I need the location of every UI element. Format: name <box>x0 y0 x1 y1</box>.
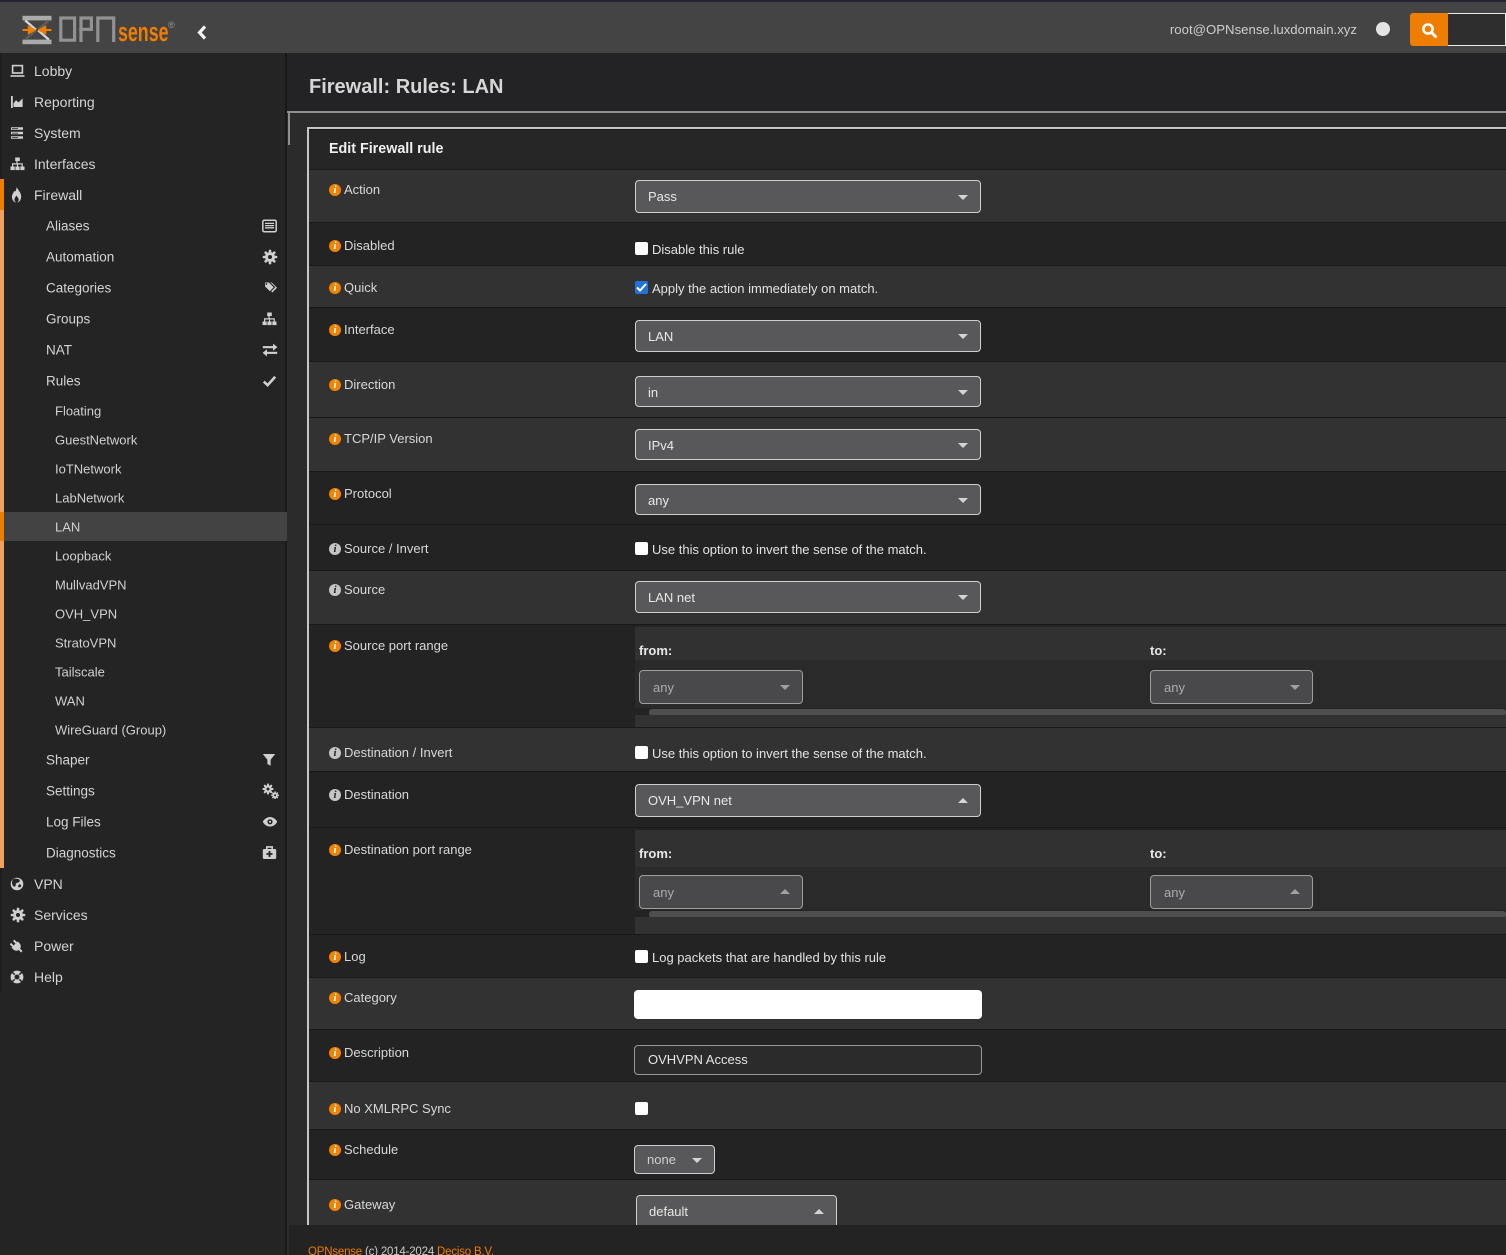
svg-text:sense: sense <box>118 17 169 43</box>
